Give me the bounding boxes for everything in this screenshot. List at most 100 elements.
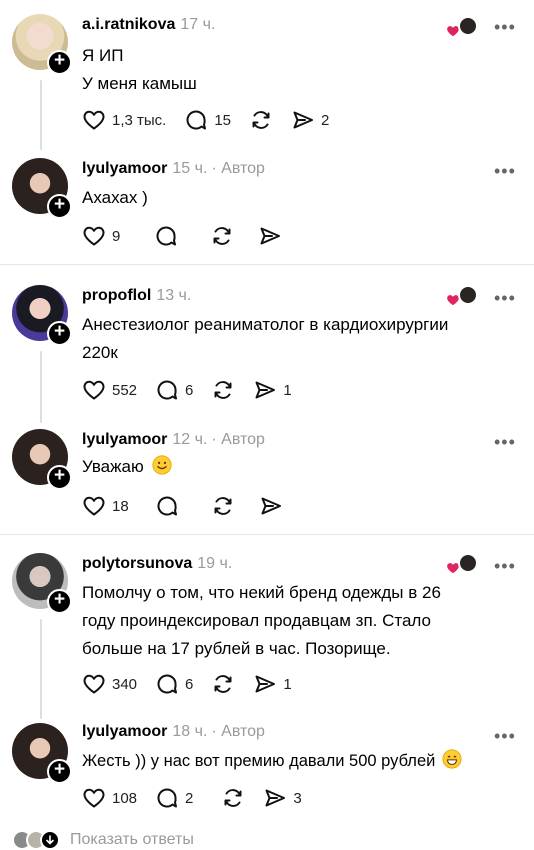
repost-icon (249, 108, 273, 132)
action-bar: 1,3 тыс. 15 2 (82, 107, 347, 133)
author-avatar-mini (458, 553, 478, 573)
repost-button[interactable] (211, 494, 235, 518)
repost-icon (211, 672, 235, 696)
repost-icon (221, 786, 245, 810)
reply-button[interactable]: 15 (184, 108, 231, 132)
repost-button[interactable] (221, 786, 245, 810)
username[interactable]: lyulyamoor (82, 160, 167, 177)
more-icon[interactable]: ••• (494, 557, 516, 575)
comment-icon (154, 224, 178, 248)
reply-button[interactable]: 2 (155, 786, 193, 810)
heart-icon (82, 224, 106, 248)
share-button[interactable]: 3 (263, 786, 302, 810)
author-badge: · Автор (211, 723, 265, 740)
reply-header: lyulyamoor 12 ч. · Автор (82, 431, 265, 451)
more-icon[interactable]: ••• (494, 433, 516, 451)
timestamp: 19 ч. (197, 555, 233, 572)
author-liked-badge (446, 16, 480, 40)
reply-header: lyulyamoor 15 ч. · Автор (82, 160, 265, 180)
thread-line (40, 80, 42, 150)
thread-2: + propoflol 13 ч. ••• Анестезиолог реаним… (0, 264, 534, 534)
avatar[interactable]: + (12, 553, 72, 614)
share-icon (259, 494, 283, 518)
action-bar: 108 2 3 (82, 785, 320, 811)
avatar[interactable]: + (12, 158, 72, 219)
like-button[interactable]: 340 (82, 672, 137, 696)
repost-button[interactable] (211, 672, 235, 696)
thread-line (40, 619, 42, 719)
author-badge: · Автор (211, 160, 265, 177)
more-icon[interactable]: ••• (494, 727, 516, 745)
reply-text: Уважаю (82, 453, 512, 481)
follow-plus-icon[interactable]: + (47, 50, 72, 75)
reply-button[interactable] (155, 494, 179, 518)
avatar[interactable]: + (12, 285, 72, 346)
heart-icon (82, 108, 106, 132)
username[interactable]: propoflol (82, 287, 151, 304)
more-icon[interactable]: ••• (494, 289, 516, 307)
avatar[interactable]: + (12, 429, 72, 490)
like-button[interactable]: 1,3 тыс. (82, 108, 166, 132)
share-icon (253, 672, 277, 696)
repost-icon (211, 494, 235, 518)
share-button[interactable]: 2 (291, 108, 329, 132)
author-liked-badge (446, 553, 480, 577)
like-button[interactable]: 552 (82, 378, 137, 402)
comment-text: Анестезиолог реаниматолог в кардиохирург… (82, 315, 449, 362)
share-button[interactable]: 1 (253, 378, 292, 402)
more-icon[interactable]: ••• (494, 162, 516, 180)
repost-button[interactable] (211, 378, 235, 402)
share-icon (253, 378, 277, 402)
follow-plus-icon[interactable]: + (47, 465, 72, 490)
comment-icon (184, 108, 208, 132)
comment-icon (155, 786, 179, 810)
timestamp: 15 ч. (172, 160, 208, 177)
share-button[interactable]: 1 (253, 672, 292, 696)
grin-emoji (442, 749, 462, 769)
comment-icon (155, 378, 179, 402)
author-avatar-mini (458, 16, 478, 36)
timestamp: 12 ч. (172, 431, 208, 448)
comment-header: polytorsunova 19 ч. (82, 555, 232, 575)
like-button[interactable]: 9 (82, 224, 120, 248)
smile-emoji (152, 455, 172, 475)
author-avatar-mini (458, 285, 478, 305)
comment-icon (155, 672, 179, 696)
author-liked-badge (446, 285, 480, 309)
share-icon (258, 224, 282, 248)
avatar[interactable]: + (12, 723, 72, 784)
username[interactable]: lyulyamoor (82, 723, 167, 740)
username[interactable]: lyulyamoor (82, 431, 167, 448)
reply-button[interactable] (154, 224, 178, 248)
like-button[interactable]: 108 (82, 786, 137, 810)
show-replies-label: Показать ответы (70, 831, 194, 848)
timestamp: 13 ч. (156, 287, 192, 304)
share-button[interactable] (258, 224, 282, 248)
avatar[interactable]: + (12, 14, 72, 75)
comment-text: Я ИП У меня камыш (82, 46, 197, 93)
follow-plus-icon[interactable]: + (47, 759, 72, 784)
reply-button[interactable]: 6 (155, 672, 193, 696)
heart-icon (82, 672, 106, 696)
heart-icon (82, 494, 106, 518)
more-icon[interactable]: ••• (494, 18, 516, 36)
reply-button[interactable]: 6 (155, 378, 193, 402)
show-replies-button[interactable]: Показать ответы (12, 828, 194, 850)
repost-button[interactable] (249, 108, 273, 132)
repost-button[interactable] (210, 224, 234, 248)
follow-plus-icon[interactable]: + (47, 589, 72, 614)
follow-plus-icon[interactable]: + (47, 321, 72, 346)
repost-icon (210, 224, 234, 248)
share-button[interactable] (259, 494, 283, 518)
username[interactable]: a.i.ratnikova (82, 16, 175, 33)
thread-line (40, 351, 42, 423)
share-icon (263, 786, 287, 810)
username[interactable]: polytorsunova (82, 555, 192, 572)
chevron-down-icon (40, 830, 60, 850)
action-bar: 340 6 1 (82, 671, 310, 697)
like-button[interactable]: 18 (82, 494, 129, 518)
comment-header: propoflol 13 ч. (82, 287, 191, 307)
heart-icon (82, 786, 106, 810)
follow-plus-icon[interactable]: + (47, 194, 72, 219)
timestamp: 18 ч. (172, 723, 208, 740)
